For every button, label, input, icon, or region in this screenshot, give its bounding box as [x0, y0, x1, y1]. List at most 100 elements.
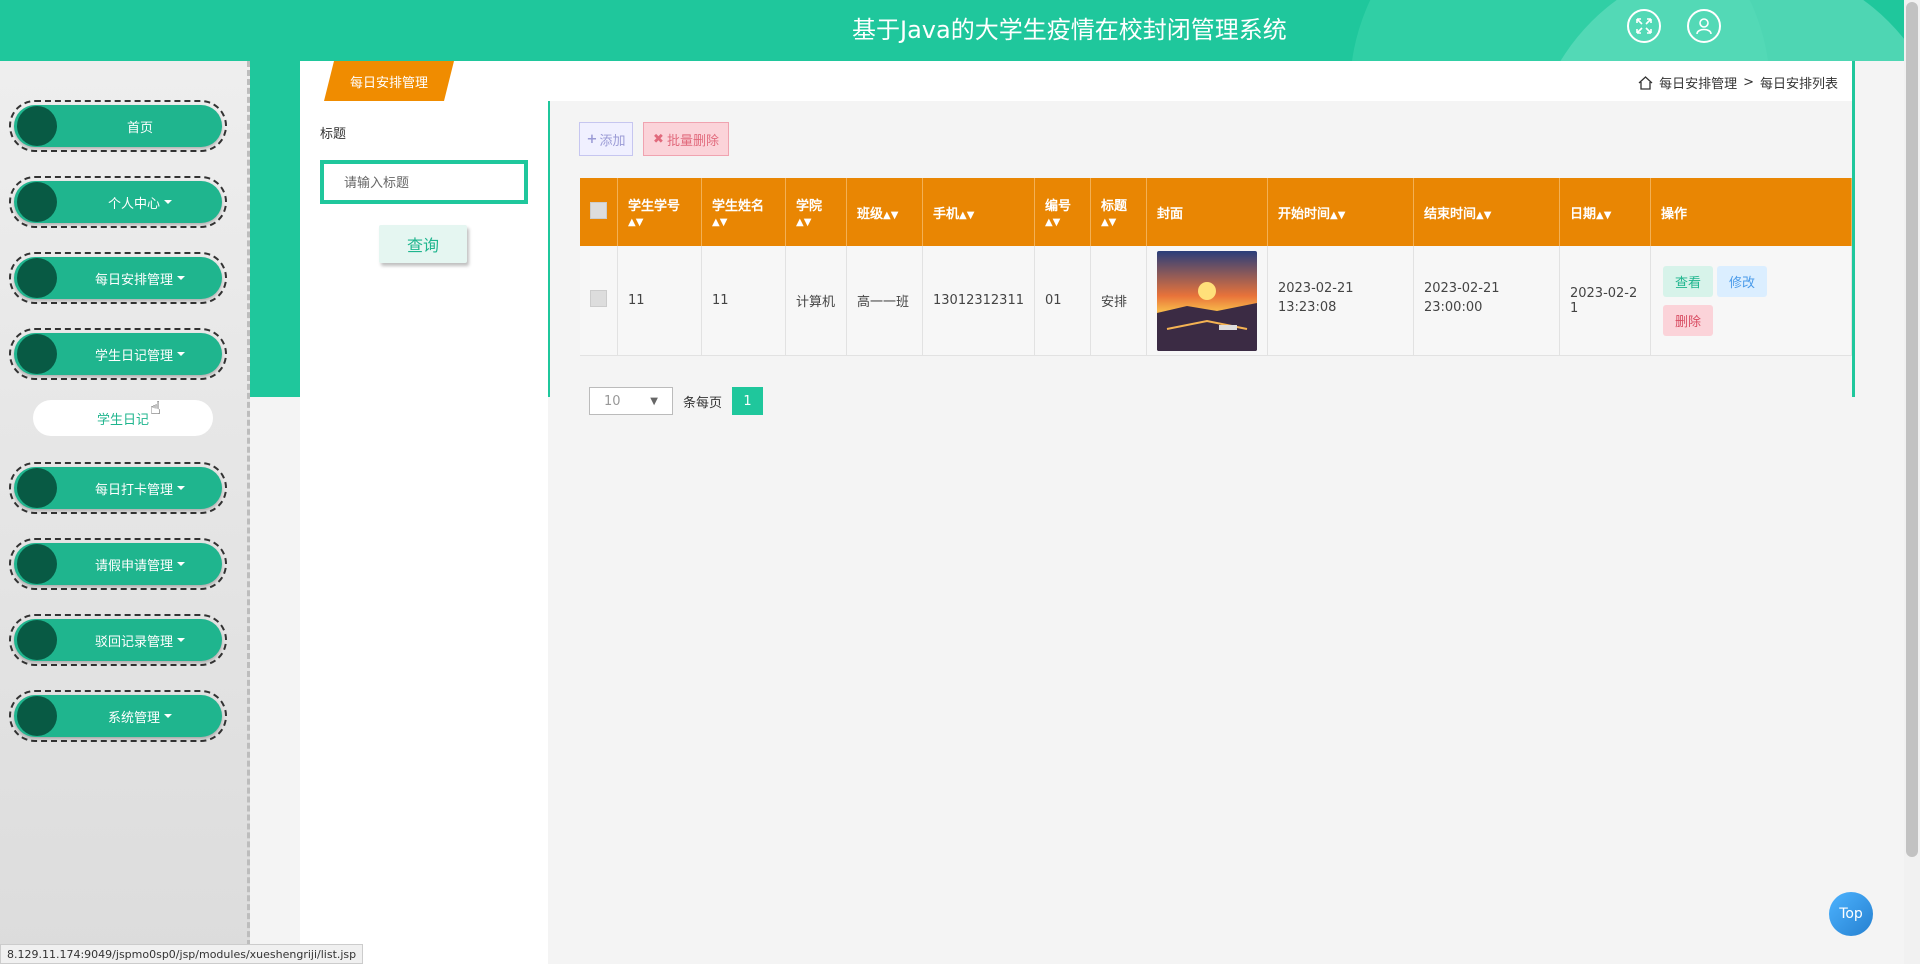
user-button[interactable] [1687, 9, 1721, 43]
sidebar-item-label: 请假申请管理 [94, 558, 173, 574]
column-header[interactable]: 标题 ▲▼ [1090, 178, 1147, 246]
menu-knob [17, 182, 57, 222]
home-icon [1638, 75, 1653, 90]
sort-icon: ▲▼ [712, 217, 728, 228]
breadcrumb-separator: > [1743, 75, 1754, 90]
menu-knob [17, 258, 57, 298]
title-search-input[interactable] [320, 160, 528, 204]
tab-strip: 每日安排管理 每日安排管理 > 每日安排列表 [300, 61, 1852, 101]
select-all-checkbox[interactable] [590, 201, 607, 219]
row-select-cell [580, 246, 618, 356]
batch-delete-button[interactable]: ✖ 批量删除 [643, 122, 729, 156]
cell-number: 01 [1034, 246, 1091, 356]
back-to-top-button[interactable]: Top [1829, 892, 1873, 936]
column-header[interactable]: 学院 ▲▼ [785, 178, 847, 246]
sidebar-item-profile[interactable]: 个人中心 [9, 176, 227, 228]
column-label: 操作 [1660, 206, 1687, 222]
per-page-label: 条每页 [683, 395, 723, 411]
sidebar-item-label: 每日安排管理 [94, 272, 173, 288]
top-header: 基于Java的大学生疫情在校封闭管理系统 [0, 0, 1920, 61]
schedule-table: 学生学号 ▲▼ 学生姓名 ▲▼ 学院▲▼ 班级▲▼ 手机▲▼ 编号 ▲▼ 标题 ▲▼ 封… [580, 178, 1853, 356]
sort-icon: ▲▼ [796, 217, 812, 228]
submenu-item-student-diary[interactable]: 学生日记 [33, 400, 213, 436]
hand-cursor-icon: ☝ [150, 398, 161, 419]
expand-icon [1636, 18, 1652, 34]
cell-student-id: 11 [617, 246, 702, 356]
breadcrumb: 每日安排管理 > 每日安排列表 [1638, 73, 1838, 92]
cell-title: 安排 [1090, 246, 1147, 356]
view-button[interactable]: 查看 [1662, 265, 1713, 297]
start-date: 2023-02-21 [1277, 281, 1354, 296]
cell-actions: 查看 修改 删除 [1650, 246, 1853, 356]
cell-end-time: 2023-02-21 23:00:00 [1413, 246, 1560, 356]
sidebar-item-rejection-records[interactable]: 驳回记录管理 [9, 614, 227, 666]
cell-date: 2023-02-21 [1559, 246, 1651, 356]
vertical-scrollbar[interactable] [1904, 0, 1920, 964]
column-header[interactable]: 班级▲▼ [846, 178, 923, 246]
menu-knob [17, 106, 57, 146]
breadcrumb-current: 每日安排列表 [1759, 77, 1838, 92]
column-header[interactable]: 日期▲▼ [1559, 178, 1651, 246]
close-icon: ✖ [653, 131, 664, 147]
column-header[interactable]: 结束时间▲▼ [1413, 178, 1560, 246]
sidebar-item-leave-request[interactable]: 请假申请管理 [9, 538, 227, 590]
delete-button[interactable]: 删除 [1662, 304, 1713, 336]
sidebar-item-label: 驳回记录管理 [94, 634, 173, 650]
sort-icon: ▲▼ [1044, 217, 1061, 228]
column-label: 标题 [1100, 199, 1127, 214]
column-label: 结束时间 [1423, 206, 1476, 222]
cover-image[interactable] [1156, 250, 1257, 351]
column-label: 学生姓名 [712, 199, 765, 214]
sidebar-item-label: 首页 [126, 120, 153, 136]
cell-cover [1146, 246, 1268, 356]
scrollbar-thumb[interactable] [1906, 2, 1918, 857]
column-header[interactable]: 编号 ▲▼ [1034, 178, 1091, 246]
caret-down-icon [164, 714, 172, 718]
page-button-current[interactable]: 1 [732, 387, 764, 415]
breadcrumb-item[interactable]: 每日安排管理 [1659, 73, 1737, 92]
caret-down-icon [177, 276, 185, 280]
sort-icon: ▲▼ [628, 217, 644, 228]
sort-icon: ▲▼ [1476, 209, 1492, 221]
sort-icon: ▲▼ [1330, 209, 1346, 221]
search-panel: 标题 查询 [300, 101, 548, 964]
sidebar-item-label: 每日打卡管理 [94, 482, 173, 498]
sidebar-item-daily-checkin[interactable]: 每日打卡管理 [9, 462, 227, 514]
column-label: 学院 [796, 199, 823, 214]
sidebar-item-system[interactable]: 系统管理 [9, 690, 227, 742]
edit-button[interactable]: 修改 [1717, 265, 1768, 297]
column-header[interactable]: 开始时间▲▼ [1267, 178, 1414, 246]
batch-delete-label: 批量删除 [666, 133, 719, 149]
page-size-select[interactable]: 10 ▼ [589, 387, 673, 415]
sidebar-item-student-diary[interactable]: 学生日记管理 [9, 328, 227, 380]
menu-knob [17, 468, 57, 508]
sidebar-item-daily-schedule[interactable]: 每日安排管理 [9, 252, 227, 304]
search-button[interactable]: 查询 [379, 225, 467, 263]
sidebar-item-home[interactable]: 首页 [9, 100, 227, 152]
search-label: 标题 [320, 127, 347, 142]
tab-daily-schedule[interactable]: 每日安排管理 [324, 61, 454, 101]
column-label: 编号 [1044, 199, 1071, 214]
menu-knob [17, 620, 57, 660]
table-row: 11 11 计算机 高一一班 13012312311 01 安排 2023-02… [580, 246, 1853, 356]
fullscreen-button[interactable] [1627, 9, 1661, 43]
main-content: + 添加 ✖ 批量删除 学生学号 ▲▼ 学生姓名 ▲▼ 学院▲▼ 班级▲▼ 手机▲▼ 编… [550, 101, 1853, 964]
page-size-value: 10 [604, 393, 621, 409]
menu-knob [17, 334, 57, 374]
column-header[interactable]: 手机▲▼ [922, 178, 1035, 246]
add-button[interactable]: + 添加 [579, 122, 633, 156]
select-all-header [580, 178, 618, 246]
column-label: 日期 [1569, 206, 1596, 222]
column-label: 班级 [857, 206, 884, 222]
column-header[interactable]: 学生学号 ▲▼ [617, 178, 702, 246]
status-url: 8.129.11.174:9049/jspmo0sp0/jsp/modules/… [0, 944, 364, 964]
plus-icon: + [586, 131, 598, 147]
chevron-down-icon: ▼ [650, 395, 658, 407]
cell-college: 计算机 [785, 246, 847, 356]
end-date: 2023-02-21 [1423, 281, 1500, 296]
start-time: 13:23:08 [1277, 300, 1337, 315]
caret-down-icon [177, 352, 185, 356]
column-header[interactable]: 学生姓名 ▲▼ [701, 178, 786, 246]
sort-icon: ▲▼ [959, 209, 975, 221]
row-checkbox[interactable] [590, 290, 607, 307]
